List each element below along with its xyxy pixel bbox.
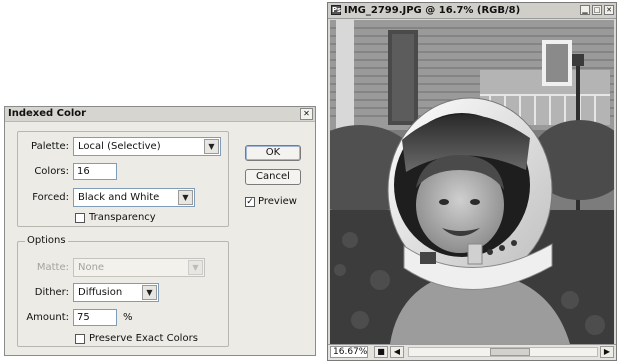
colors-input[interactable]: 16 bbox=[73, 163, 117, 180]
cancel-button[interactable]: Cancel bbox=[245, 169, 301, 185]
matte-select: None ▼ bbox=[73, 258, 205, 277]
forced-select[interactable]: Black and White ▼ bbox=[73, 188, 195, 207]
minimize-icon[interactable]: ▁ bbox=[580, 5, 590, 15]
ok-button[interactable]: OK bbox=[245, 145, 301, 161]
horizontal-scrollbar[interactable] bbox=[408, 347, 598, 357]
matte-label: Matte: bbox=[36, 262, 69, 273]
preserve-exact-colors-checkbox[interactable] bbox=[75, 334, 85, 344]
navigator-icon[interactable]: ■ bbox=[374, 346, 388, 358]
zoom-value: 16.67% bbox=[333, 347, 368, 357]
chevron-down-icon: ▼ bbox=[188, 260, 203, 275]
photo-image bbox=[330, 20, 614, 344]
forced-value: Black and White bbox=[78, 192, 160, 203]
matte-value: None bbox=[78, 262, 105, 273]
preview-label[interactable]: Preview bbox=[258, 196, 297, 207]
image-window-title: IMG_2799.JPG @ 16.7% (RGB/8) bbox=[344, 5, 521, 16]
close-icon[interactable]: ✕ bbox=[604, 5, 614, 15]
palette-value: Local (Selective) bbox=[78, 141, 161, 152]
colors-label: Colors: bbox=[34, 166, 69, 177]
options-group-label: Options bbox=[25, 235, 68, 246]
dither-label: Dither: bbox=[34, 287, 69, 298]
transparency-label[interactable]: Transparency bbox=[89, 212, 156, 223]
amount-label: Amount: bbox=[26, 312, 69, 323]
chevron-down-icon[interactable]: ▼ bbox=[204, 139, 219, 154]
indexed-color-dialog: Indexed Color ✕ Palette: Local (Selectiv… bbox=[4, 106, 316, 356]
colors-value: 16 bbox=[77, 166, 90, 177]
image-status-bar: 16.67% ■ ◀ ▶ bbox=[328, 344, 616, 360]
zoom-field[interactable]: 16.67% bbox=[330, 346, 368, 358]
document-icon: Ps bbox=[331, 5, 342, 15]
dialog-close-icon[interactable]: ✕ bbox=[300, 108, 313, 120]
image-document-window: Ps IMG_2799.JPG @ 16.7% (RGB/8) ▁ □ ✕ 16… bbox=[327, 2, 617, 361]
photo-canvas[interactable] bbox=[330, 20, 614, 344]
palette-select[interactable]: Local (Selective) ▼ bbox=[73, 137, 221, 156]
image-window-titlebar[interactable]: Ps IMG_2799.JPG @ 16.7% (RGB/8) ▁ □ ✕ bbox=[328, 3, 616, 19]
preview-checkbox[interactable]: ✓ bbox=[245, 197, 255, 207]
scroll-left-icon[interactable]: ◀ bbox=[390, 346, 404, 358]
chevron-down-icon[interactable]: ▼ bbox=[178, 190, 193, 205]
transparency-checkbox[interactable] bbox=[75, 213, 85, 223]
dither-select[interactable]: Diffusion ▼ bbox=[73, 283, 159, 302]
chevron-down-icon[interactable]: ▼ bbox=[142, 285, 157, 300]
preserve-exact-colors-label[interactable]: Preserve Exact Colors bbox=[89, 333, 198, 344]
scroll-thumb[interactable] bbox=[490, 348, 530, 356]
amount-input[interactable]: 75 bbox=[73, 309, 117, 326]
maximize-icon[interactable]: □ bbox=[592, 5, 602, 15]
scroll-right-icon[interactable]: ▶ bbox=[600, 346, 614, 358]
dialog-title: Indexed Color bbox=[8, 108, 87, 119]
forced-label: Forced: bbox=[32, 192, 69, 203]
amount-unit: % bbox=[123, 312, 133, 323]
dialog-titlebar[interactable]: Indexed Color ✕ bbox=[5, 107, 315, 122]
palette-label: Palette: bbox=[30, 141, 69, 152]
amount-value: 75 bbox=[77, 312, 90, 323]
dither-value: Diffusion bbox=[78, 287, 123, 298]
